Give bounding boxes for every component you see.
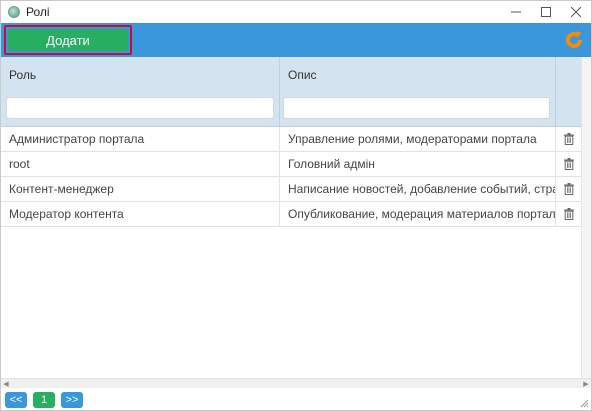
resize-grip-icon[interactable] — [579, 398, 589, 408]
description-cell: Управление ролями, модераторами портала — [279, 126, 555, 152]
minimize-icon — [511, 11, 521, 12]
delete-button[interactable] — [555, 201, 581, 227]
toolbar: Додати — [1, 23, 591, 57]
refresh-button[interactable] — [563, 29, 585, 51]
pager: << 1 >> — [5, 392, 83, 409]
role-cell: Контент-менеджер — [9, 182, 114, 196]
window-controls — [501, 1, 591, 22]
grid-rows: Администратор портала Управление ролями,… — [1, 126, 581, 227]
column-header-description[interactable]: Опис — [279, 57, 555, 93]
vertical-scrollbar[interactable] — [581, 57, 591, 378]
close-button[interactable] — [561, 1, 591, 22]
scroll-right-icon[interactable]: ▶ — [581, 380, 591, 388]
role-cell: Администратор портала — [9, 132, 145, 146]
role-cell: Модератор контента — [9, 207, 124, 221]
role-cell: root — [9, 157, 30, 171]
horizontal-scrollbar[interactable]: ◀ ▶ — [1, 378, 591, 388]
column-header-actions — [555, 57, 581, 127]
trash-icon — [563, 158, 574, 170]
window-title: Ролі — [26, 4, 50, 19]
column-divider — [279, 93, 280, 127]
description-cell: Опубликование, модерация материалов порт… — [279, 201, 555, 227]
delete-button[interactable] — [555, 151, 581, 177]
close-icon — [571, 6, 581, 17]
minimize-button[interactable] — [501, 1, 531, 22]
title-bar: Ролі — [1, 1, 591, 22]
trash-icon — [563, 183, 574, 195]
table-row[interactable]: Контент-менеджер Написание новостей, доб… — [1, 176, 581, 202]
add-button-highlight: Додати — [4, 25, 132, 55]
prev-page-button[interactable]: << — [5, 392, 27, 408]
roles-window: Ролі Додати Роль Опис Администратор порт… — [0, 0, 592, 411]
table-row[interactable]: Модератор контента Опубликование, модера… — [1, 201, 581, 227]
table-row[interactable]: root Головний адмін — [1, 151, 581, 177]
description-cell: Написание новостей, добавление событий, … — [279, 176, 555, 202]
table-row[interactable]: Администратор портала Управление ролями,… — [1, 126, 581, 152]
app-icon — [8, 5, 20, 18]
trash-icon — [563, 133, 574, 145]
refresh-icon — [566, 31, 582, 48]
trash-icon — [563, 208, 574, 220]
column-header-role[interactable]: Роль — [1, 57, 279, 93]
description-cell: Головний адмін — [279, 151, 555, 177]
next-page-button[interactable]: >> — [61, 392, 83, 408]
current-page-button[interactable]: 1 — [33, 392, 55, 408]
grid-header: Роль Опис — [1, 57, 591, 127]
description-filter-input[interactable] — [283, 97, 550, 119]
delete-button[interactable] — [555, 126, 581, 152]
delete-button[interactable] — [555, 176, 581, 202]
role-filter-input[interactable] — [6, 97, 274, 119]
maximize-icon — [541, 6, 551, 17]
maximize-button[interactable] — [531, 1, 561, 22]
scroll-left-icon[interactable]: ◀ — [1, 380, 11, 388]
add-button[interactable]: Додати — [8, 29, 128, 51]
